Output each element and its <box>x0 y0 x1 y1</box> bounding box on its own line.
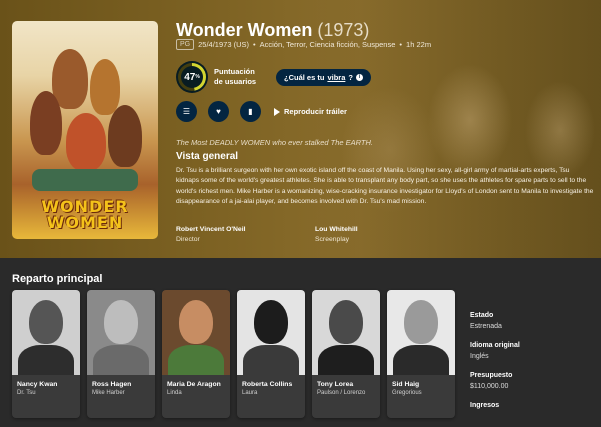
cast-name[interactable]: Ross Hagen <box>87 375 155 388</box>
crew-name[interactable]: Lou Whitehill <box>315 225 358 235</box>
cast-list: Nancy Kwan Dr. Tsu Ross Hagen Mike Harbe… <box>12 290 455 418</box>
vibe-link[interactable]: vibra <box>327 73 345 82</box>
fact-label: Ingresos <box>470 402 500 409</box>
cast-photo[interactable] <box>12 290 80 375</box>
tagline: The Most DEADLY WOMEN who ever stalked T… <box>176 138 374 147</box>
cast-name[interactable]: Sid Haig <box>387 375 455 388</box>
cast-name[interactable]: Maria De Aragon <box>162 375 230 388</box>
cast-card[interactable]: Ross Hagen Mike Harber <box>87 290 155 418</box>
cast-role: Gregorious <box>392 390 422 396</box>
crew-member: Robert Vincent O'Neil Director <box>176 225 245 245</box>
crew-member: Lou Whitehill Screenplay <box>315 225 358 245</box>
crew-name[interactable]: Robert Vincent O'Neil <box>176 225 245 235</box>
movie-title-text[interactable]: Wonder Women <box>176 20 312 40</box>
fact-value: Estrenada <box>470 323 502 330</box>
score-label: Puntuación de usuarios <box>214 67 257 86</box>
cast-heading: Reparto principal <box>12 273 103 285</box>
crew-role: Screenplay <box>315 236 350 243</box>
cast-card[interactable]: Sid Haig Gregorious <box>387 290 455 418</box>
cast-name[interactable]: Roberta Collins <box>237 375 305 388</box>
add-to-list-button[interactable]: ☰ <box>176 101 197 122</box>
movie-poster[interactable]: WONDER WOMEN <box>12 21 158 239</box>
separator-dot: • <box>399 40 403 49</box>
hero-section: WONDER WOMEN Wonder Women (1973) PG 25/4… <box>0 0 601 258</box>
overview-text: Dr. Tsu is a brilliant surgeon with her … <box>176 167 594 205</box>
play-icon <box>274 107 280 116</box>
release-year: (1973) <box>317 20 370 40</box>
list-icon: ☰ <box>182 107 191 116</box>
play-trailer-button[interactable]: Reproducir tráiler <box>274 107 347 116</box>
vibe-button[interactable]: ¿Cuál es tu vibra? i <box>276 68 371 86</box>
cast-role: Dr. Tsu <box>17 390 36 396</box>
fact-value: $110,000.00 <box>470 383 509 390</box>
watchlist-button[interactable]: ▮ <box>240 101 261 122</box>
fact-label: Idioma original <box>470 342 520 349</box>
favorite-button[interactable]: ♥ <box>208 101 229 122</box>
cast-role: Paulson / Lorenzo <box>317 390 366 396</box>
separator-dot: • <box>253 40 256 49</box>
poster-logo-text: WONDER WOMEN <box>41 197 129 232</box>
facts-sidebar: Estado Estrenada Idioma original Inglés … <box>470 312 595 409</box>
cast-card[interactable]: Tony Lorea Paulson / Lorenzo <box>312 290 380 418</box>
cast-role: Linda <box>167 390 182 396</box>
action-bar: ☰ ♥ ▮ Reproducir tráiler <box>176 101 347 122</box>
cast-name[interactable]: Nancy Kwan <box>12 375 80 388</box>
cast-card[interactable]: Roberta Collins Laura <box>237 290 305 418</box>
play-trailer-label: Reproducir tráiler <box>284 107 347 116</box>
release-date: 25/4/1973 (US) <box>198 40 249 49</box>
fact-label: Estado <box>470 312 494 319</box>
heart-icon: ♥ <box>216 107 221 116</box>
cast-card[interactable]: Maria De Aragon Linda <box>162 290 230 418</box>
cast-photo[interactable] <box>387 290 455 375</box>
cast-photo[interactable] <box>312 290 380 375</box>
certification-badge: PG <box>176 39 195 50</box>
cast-role: Laura <box>242 390 258 396</box>
cast-name[interactable]: Tony Lorea <box>312 375 380 388</box>
score-row: 47% Puntuación de usuarios ¿Cuál es tu v… <box>176 61 371 93</box>
score-value: 47% <box>181 66 203 88</box>
movie-facts: PG 25/4/1973 (US) • Acción, Terror, Cien… <box>176 39 431 50</box>
cast-photo[interactable] <box>87 290 155 375</box>
info-icon[interactable]: i <box>355 73 363 81</box>
fact-value: Inglés <box>470 353 489 360</box>
cast-role: Mike Harber <box>92 390 125 396</box>
user-score-chart[interactable]: 47% <box>176 61 208 93</box>
cast-card[interactable]: Nancy Kwan Dr. Tsu <box>12 290 80 418</box>
cast-photo[interactable] <box>237 290 305 375</box>
fact-label: Presupuesto <box>470 372 513 379</box>
runtime: 1h 22m <box>406 40 432 49</box>
bookmark-icon: ▮ <box>248 107 253 116</box>
cast-photo[interactable] <box>162 290 230 375</box>
genres[interactable]: Acción, Terror, Ciencia ficción, Suspens… <box>260 40 396 49</box>
overview-heading: Vista general <box>176 151 239 162</box>
movie-title: Wonder Women (1973) <box>176 20 369 41</box>
crew-role: Director <box>176 236 200 243</box>
